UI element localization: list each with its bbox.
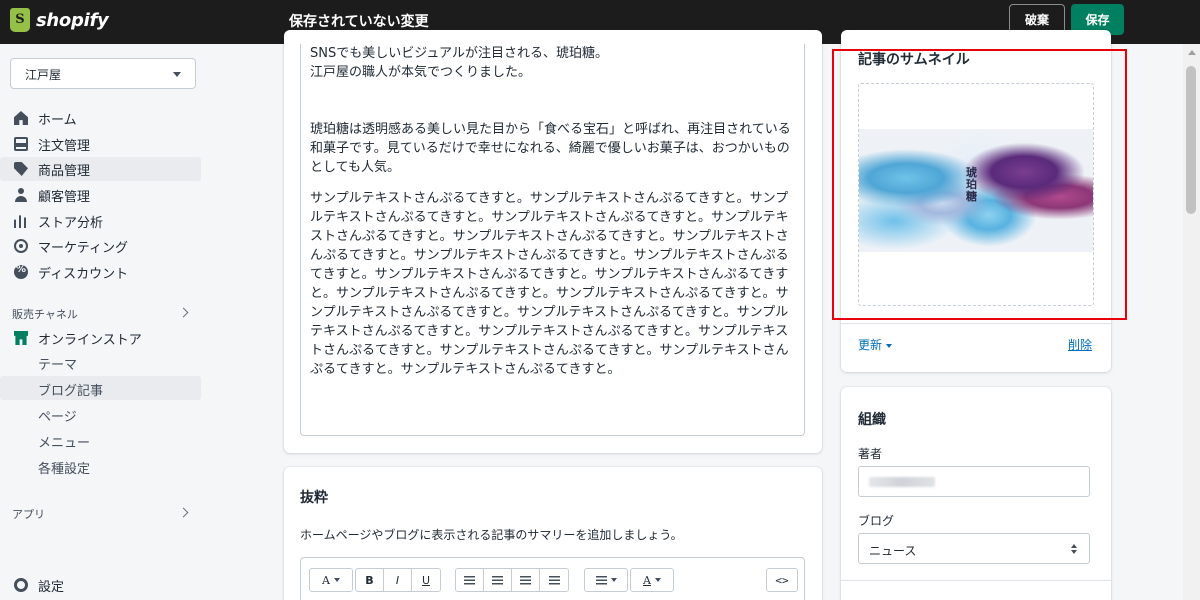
editor-paragraph: 江戸屋の職人が本気でつくりました。 <box>310 65 532 80</box>
divider <box>841 323 1111 324</box>
bar-chart-icon <box>14 215 27 228</box>
editor-paragraph: サンプルテキストさんぷるてきすと。サンプルテキストさんぷるてきすと。サンプルテキ… <box>310 191 789 377</box>
scrollbar-thumb[interactable] <box>1186 66 1196 214</box>
align-left-icon <box>595 575 607 585</box>
chevron-right-icon[interactable] <box>178 307 189 318</box>
code-icon: <> <box>775 573 789 587</box>
align-dropdown[interactable] <box>584 568 628 592</box>
caret-down-icon <box>654 578 661 582</box>
person-icon <box>14 188 28 202</box>
chevron-down-icon <box>173 72 181 77</box>
store-selector[interactable]: 江戸屋 <box>10 58 196 89</box>
format-group: B I U <box>355 568 441 592</box>
target-icon <box>14 239 28 253</box>
apps-label: アプリ <box>12 508 45 521</box>
sidebar-item-label: オンラインストア <box>38 332 142 348</box>
rich-text-toolbar: A B I U A <> <box>300 557 805 600</box>
gear-icon <box>14 578 28 592</box>
sales-channels-label: 販売チャネル <box>12 308 78 321</box>
organization-card: 組織 著者 ブログ ニュース <box>841 387 1111 600</box>
editor-paragraph: SNSでも美しいビジュアルが注目される、琥珀糖。 <box>310 46 609 61</box>
bold-button[interactable]: B <box>356 569 384 591</box>
inbox-icon <box>14 137 28 151</box>
sidebar-item-label: ディスカウント <box>38 266 129 282</box>
italic-button[interactable]: I <box>384 569 412 591</box>
sidebar-sub-pages[interactable]: ページ <box>38 406 77 425</box>
divider <box>841 580 1111 581</box>
delete-link[interactable]: 削除 <box>1068 336 1092 353</box>
sidebar-item-label: 顧客管理 <box>38 189 91 205</box>
organization-title: 組織 <box>858 412 886 428</box>
discount-icon <box>14 264 28 279</box>
underline-button[interactable]: U <box>412 569 440 591</box>
indent-icon <box>548 575 560 585</box>
update-label: 更新 <box>858 338 883 352</box>
sidebar-item-label: ホーム <box>38 112 77 128</box>
excerpt-help-text: ホームページやブログに表示される記事のサマリーを追加しましょう。 <box>300 528 683 542</box>
select-arrows-icon <box>1071 544 1077 554</box>
caret-down-icon <box>885 343 892 348</box>
shopify-logo[interactable]: shopify <box>10 8 109 32</box>
sidebar-sub-navigation[interactable]: メニュー <box>38 432 90 451</box>
sidebar-item-home[interactable]: ホーム <box>0 106 201 130</box>
page-title: 保存されていない変更 <box>289 14 429 30</box>
outdent-icon <box>520 575 531 585</box>
tag-icon <box>14 162 28 176</box>
text-color-icon: A <box>643 573 651 587</box>
sidebar-sub-preferences[interactable]: 各種設定 <box>38 458 90 477</box>
bullet-list-button[interactable] <box>456 569 484 591</box>
store-name: 江戸屋 <box>25 68 62 82</box>
text-color-dropdown[interactable]: A <box>630 568 674 592</box>
thumbnail-dropzone[interactable]: 琥珀糖 <box>858 83 1094 306</box>
sidebar-item-settings[interactable]: 設定 <box>0 573 201 597</box>
blog-label: ブログ <box>858 514 895 528</box>
scroll-up-arrow-icon[interactable] <box>1188 50 1196 55</box>
sidebar-item-label: ストア分析 <box>38 215 104 231</box>
bullet-list-icon <box>464 575 475 585</box>
sidebar-sub-blog-posts[interactable]: ブログ記事 <box>38 380 103 399</box>
thumbnail-title: 記事のサムネイル <box>858 52 970 68</box>
indent-button[interactable] <box>540 569 568 591</box>
author-label: 著者 <box>858 447 883 461</box>
sidebar-item-label: 設定 <box>38 579 65 595</box>
sidebar-item-orders[interactable]: 注文管理 <box>0 132 201 156</box>
sidebar-item-marketing[interactable]: マーケティング <box>0 234 201 258</box>
update-dropdown[interactable]: 更新 <box>858 336 892 353</box>
excerpt-title: 抜粋 <box>300 490 328 506</box>
content-editor[interactable]: SNSでも美しいビジュアルが注目される、琥珀糖。 江戸屋の職人が本気でつくりまし… <box>300 44 805 436</box>
home-icon <box>14 111 28 125</box>
sidebar-item-label: 注文管理 <box>38 138 91 154</box>
show-html-button[interactable]: <> <box>766 568 798 592</box>
sidebar-item-label: 商品管理 <box>38 163 91 179</box>
sidebar-item-label: マーケティング <box>38 240 128 256</box>
sidebar-item-online-store[interactable]: オンラインストア <box>0 326 201 350</box>
numbered-list-icon <box>492 575 503 585</box>
caret-down-icon <box>333 578 340 582</box>
numbered-list-button[interactable] <box>484 569 512 591</box>
blog-select[interactable]: ニュース <box>858 533 1090 564</box>
shopify-bag-icon <box>10 8 30 32</box>
outdent-button[interactable] <box>512 569 540 591</box>
thumbnail-image: 琥珀糖 <box>859 129 1093 252</box>
sidebar-item-discounts[interactable]: ディスカウント <box>0 260 201 284</box>
font-dropdown[interactable]: A <box>309 568 353 592</box>
sidebar-item-products[interactable]: 商品管理 <box>0 157 201 181</box>
sidebar-item-analytics[interactable]: ストア分析 <box>0 209 201 233</box>
chevron-right-icon[interactable] <box>178 507 189 518</box>
sidebar: 江戸屋 ホーム 注文管理 商品管理 顧客管理 ストア分析 マーケティング ディス… <box>0 44 210 600</box>
caret-down-icon <box>610 578 617 582</box>
blog-select-value: ニュース <box>869 544 917 558</box>
store-icon <box>14 331 28 345</box>
thumbnail-image-text: 琥珀糖 <box>966 166 977 203</box>
editor-paragraph: 琥珀糖は透明感ある美しい見た目から「食べる宝石」と呼ばれ、再注目されている和菓子… <box>310 122 791 175</box>
author-name-redacted <box>869 477 935 487</box>
sidebar-sub-themes[interactable]: テーマ <box>38 354 77 373</box>
author-field[interactable] <box>858 466 1090 497</box>
list-group <box>455 568 569 592</box>
sidebar-item-customers[interactable]: 顧客管理 <box>0 183 201 207</box>
font-icon: A <box>322 573 330 587</box>
brand-name: shopify <box>36 9 109 31</box>
